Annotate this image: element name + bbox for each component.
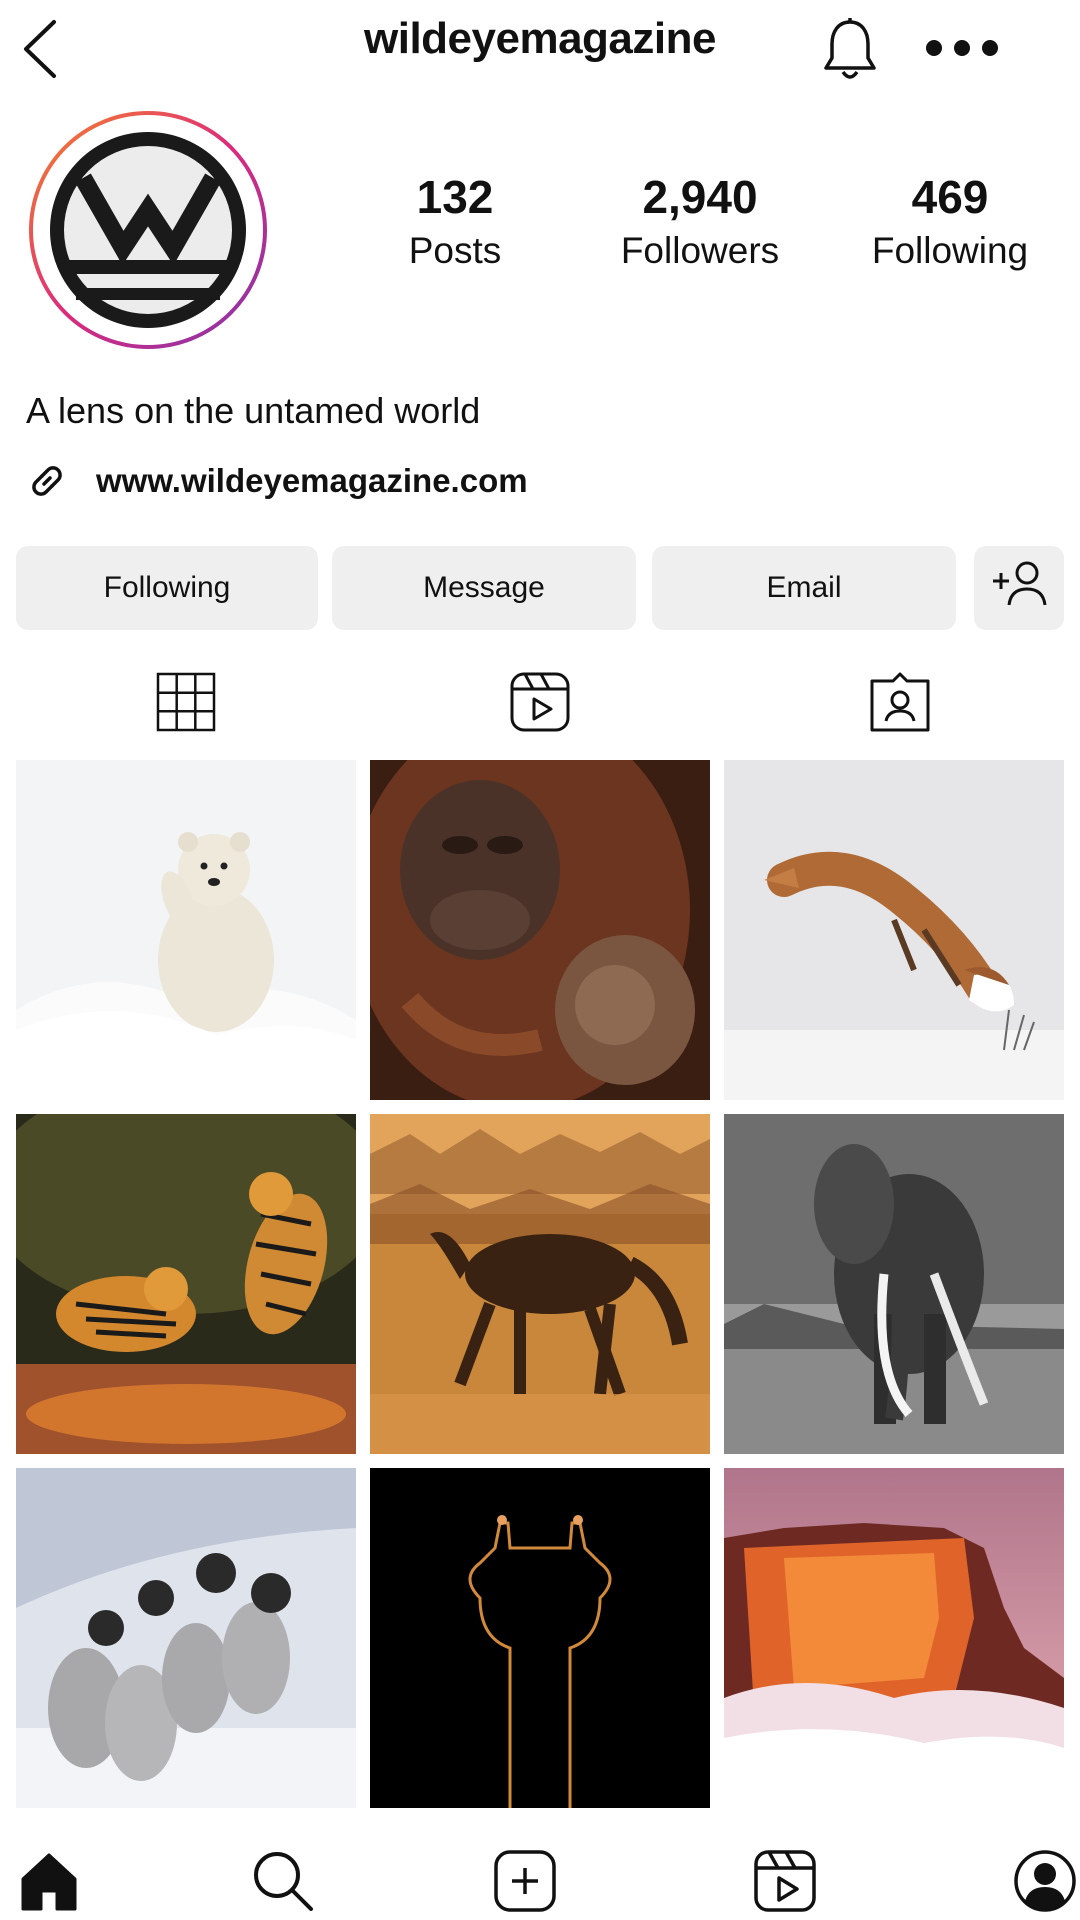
profile-header: wildeyemagazine [0,0,1080,100]
website-link[interactable]: www.wildeyemagazine.com [96,462,528,500]
home-icon [19,1851,79,1916]
post-thumbnail[interactable] [724,760,1064,1100]
add-user-icon [989,559,1049,617]
reels-icon [753,1849,817,1918]
tab-tagged[interactable] [860,664,940,744]
post-thumbnail[interactable] [16,760,356,1100]
profile-avatar[interactable] [28,110,268,350]
profile-website[interactable]: www.wildeyemagazine.com [26,456,528,506]
followers-label: Followers [620,230,780,272]
bell-icon[interactable] [822,16,878,84]
tab-reels[interactable] [500,664,580,744]
create-icon [494,1849,556,1917]
following-label: Following [871,230,1029,272]
tab-grid[interactable] [146,664,226,744]
post-thumbnail[interactable] [724,1468,1064,1808]
nav-reels[interactable] [750,1848,820,1918]
stat-followers[interactable]: 2,940 Followers [600,170,800,275]
tagged-icon [869,671,931,738]
link-icon [26,460,68,502]
posts-count: 132 [416,171,494,223]
stat-following[interactable]: 469 Following [860,170,1040,275]
nav-create[interactable] [490,1848,560,1918]
post-thumbnail[interactable] [16,1468,356,1808]
post-thumbnail[interactable] [370,1468,710,1808]
email-button[interactable]: Email [652,546,956,630]
post-thumbnail[interactable] [370,1114,710,1454]
post-thumbnail[interactable] [16,1114,356,1454]
profile-bio: A lens on the untamed world [26,390,481,431]
following-button[interactable]: Following [16,546,318,630]
grid-icon [156,672,216,737]
post-thumbnail[interactable] [724,1114,1064,1454]
following-count: 469 [911,171,989,223]
more-icon[interactable] [922,36,1002,60]
post-thumbnail[interactable] [370,760,710,1100]
stat-posts: 132 Posts [390,170,520,275]
nav-profile[interactable] [1010,1848,1080,1918]
profile-username: wildeyemagazine [364,14,716,63]
message-button[interactable]: Message [332,546,636,630]
profile-icon [1013,1849,1077,1918]
posts-label: Posts [408,230,502,272]
reels-icon [509,671,571,738]
followers-count: 2,940 [642,171,758,223]
nav-home[interactable] [14,1848,84,1918]
search-icon [251,1849,315,1918]
suggest-user-button[interactable] [974,546,1064,630]
nav-search[interactable] [248,1848,318,1918]
